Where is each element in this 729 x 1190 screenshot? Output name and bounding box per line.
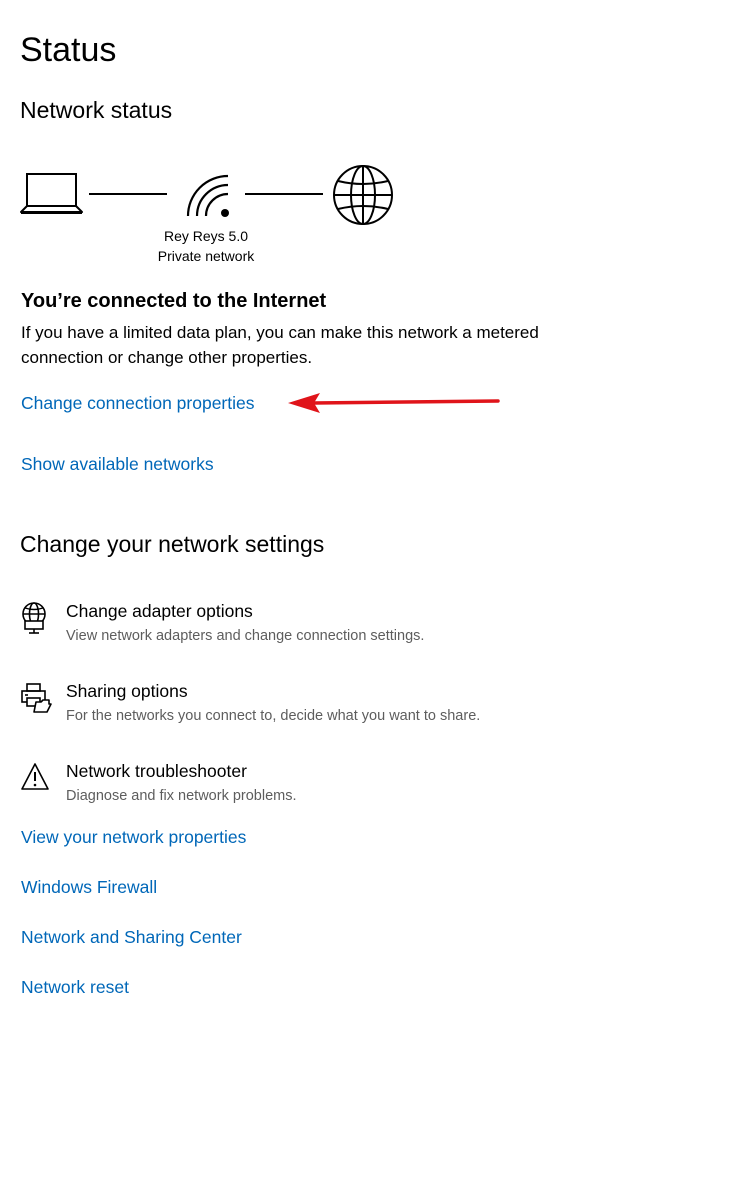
globe-monitor-icon [20,602,52,634]
change-adapter-options-button[interactable]: Change adapter options [66,599,253,623]
network-type: Private network [157,248,255,264]
network-reset-link[interactable]: Network reset [21,975,129,999]
show-available-networks-link[interactable]: Show available networks [21,452,214,476]
windows-firewall-link[interactable]: Windows Firewall [21,875,157,899]
change-adapter-options-description: View network adapters and change connect… [66,628,425,644]
connection-line-left [89,193,167,195]
connection-status-description: If you have a limited data plan, you can… [21,323,539,367]
page-title: Status [20,31,117,69]
change-connection-properties-link[interactable]: Change connection properties [21,391,255,415]
network-troubleshooter-button[interactable]: Network troubleshooter [66,759,247,783]
connection-status-title: You’re connected to the Internet [21,290,327,312]
globe-icon [332,164,394,226]
connection-line-right [245,193,323,195]
warning-triangle-icon [20,762,52,792]
network-status-heading: Network status [20,97,173,123]
network-sharing-center-link[interactable]: Network and Sharing Center [21,925,242,949]
printer-share-icon [20,682,52,714]
wifi-icon [184,172,232,220]
network-troubleshooter-description: Diagnose and fix network problems. [66,788,297,804]
annotation-arrow [286,388,502,423]
sharing-options-button[interactable]: Sharing options [66,679,188,703]
network-settings-heading: Change your network settings [20,531,325,557]
laptop-icon [20,171,84,217]
network-name: Rey Reys 5.0 [163,228,249,244]
sharing-options-description: For the networks you connect to, decide … [66,708,481,724]
view-network-properties-link[interactable]: View your network properties [21,825,246,849]
